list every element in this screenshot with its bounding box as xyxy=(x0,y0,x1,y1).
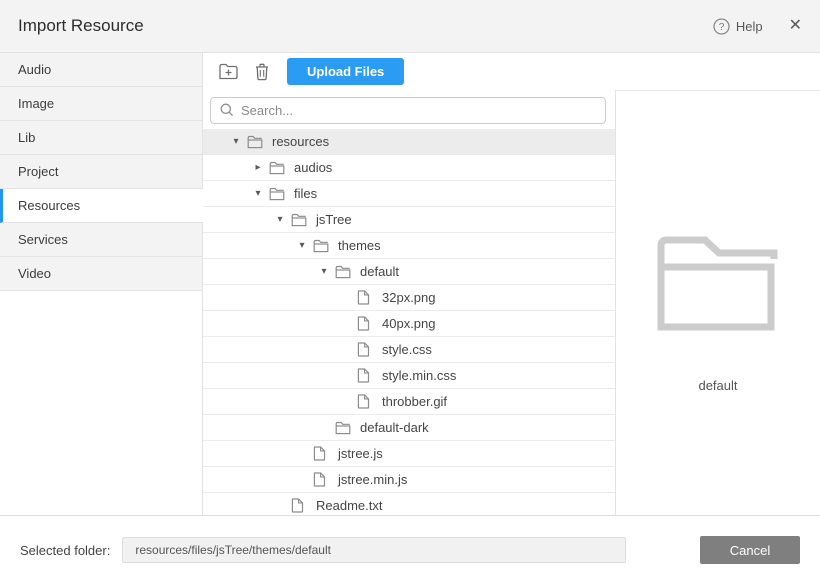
tree-node-label: audios xyxy=(294,160,332,175)
file-tree: ▾ xyxy=(203,129,615,515)
file-icon xyxy=(313,472,331,487)
tree-row[interactable]: ▾ xyxy=(203,129,615,155)
close-icon[interactable]: ✕ xyxy=(789,18,802,34)
sidebar-item-services[interactable]: Services xyxy=(0,223,202,257)
tree-node-label: default-dark xyxy=(360,420,429,435)
search-icon xyxy=(219,102,235,123)
sidebar-item-label: Services xyxy=(18,232,68,247)
sidebar-item-label: Image xyxy=(18,96,54,111)
file-icon xyxy=(357,394,375,409)
sidebar-item-project[interactable]: Project xyxy=(0,155,202,189)
tree-node-label: throbber.gif xyxy=(382,394,447,409)
file-tree-pane: ▾ xyxy=(203,90,616,515)
tree-node-label: jstree.min.js xyxy=(338,472,407,487)
sidebar-item-label: Lib xyxy=(18,130,35,145)
tree-node-label: default xyxy=(360,264,399,279)
sidebar-item-lib[interactable]: Lib xyxy=(0,121,202,155)
preview-pane: default xyxy=(616,90,820,515)
tree-node-label: resources xyxy=(272,134,329,149)
file-icon xyxy=(357,342,375,357)
tree-node-label: 32px.png xyxy=(382,290,436,305)
file-icon xyxy=(357,368,375,383)
sidebar-item-audio[interactable]: Audio xyxy=(0,53,202,87)
tree-node-label: 40px.png xyxy=(382,316,436,331)
new-folder-plus-icon xyxy=(218,62,239,81)
tree-node-label: jstree.js xyxy=(338,446,383,461)
folder-icon xyxy=(269,161,287,175)
dialog-header: Import Resource ? Help ✕ xyxy=(0,0,820,53)
tree-node-label: files xyxy=(294,186,317,201)
file-icon xyxy=(313,446,331,461)
category-sidebar: Audio Image Lib Project Resources Servic… xyxy=(0,53,203,515)
sidebar-item-label: Resources xyxy=(18,198,80,213)
sidebar-item-resources[interactable]: Resources xyxy=(0,189,203,223)
search-input[interactable] xyxy=(210,97,606,124)
tree-toggle-icon[interactable]: ▾ xyxy=(273,214,287,225)
tree-toggle-icon[interactable]: ▾ xyxy=(251,188,265,199)
tree-toggle-icon[interactable]: ▾ xyxy=(295,240,309,251)
tree-row[interactable]: 32px.png xyxy=(203,285,615,311)
tree-row[interactable]: throbber.gif xyxy=(203,389,615,415)
sidebar-item-label: Project xyxy=(18,164,58,179)
preview-folder-icon xyxy=(657,236,779,336)
folder-icon xyxy=(291,213,309,227)
new-folder-button[interactable] xyxy=(213,58,243,86)
folder-icon xyxy=(247,135,265,149)
file-icon xyxy=(357,316,375,331)
sidebar-item-image[interactable]: Image xyxy=(0,87,202,121)
help-circle-question-icon: ? xyxy=(713,18,730,35)
tree-row[interactable]: style.min.css xyxy=(203,363,615,389)
sidebar-item-label: Video xyxy=(18,266,51,281)
import-resource-dialog: Import Resource ? Help ✕ Audio Image Lib xyxy=(0,0,820,584)
tree-row[interactable]: ▾ xyxy=(203,233,615,259)
tree-node-label: Readme.txt xyxy=(316,498,382,513)
folder-icon xyxy=(269,187,287,201)
selected-folder-path[interactable] xyxy=(122,537,626,563)
tree-row[interactable]: Readme.txt xyxy=(203,493,615,515)
tree-node-label: style.css xyxy=(382,342,432,357)
file-icon xyxy=(291,498,309,513)
tree-row[interactable]: ▸ xyxy=(203,155,615,181)
trash-icon xyxy=(253,62,271,82)
help-label: Help xyxy=(736,19,763,34)
tree-node-label: themes xyxy=(338,238,381,253)
selected-folder-label: Selected folder: xyxy=(20,543,110,558)
dialog-footer: Selected folder: Cancel xyxy=(0,515,820,584)
tree-toggle-icon[interactable]: ▾ xyxy=(317,266,331,277)
cancel-button[interactable]: Cancel xyxy=(700,536,800,564)
help-button[interactable]: ? Help xyxy=(713,18,763,35)
tree-row[interactable]: jstree.js xyxy=(203,441,615,467)
sidebar-item-video[interactable]: Video xyxy=(0,257,202,291)
tree-row[interactable]: ▾ xyxy=(203,207,615,233)
page-title: Import Resource xyxy=(18,16,144,36)
sidebar-item-label: Audio xyxy=(18,62,51,77)
tree-toggle-icon[interactable]: ▾ xyxy=(229,136,243,147)
tree-row[interactable]: ▾ xyxy=(203,181,615,207)
upload-files-button[interactable]: Upload Files xyxy=(287,58,404,85)
tree-row[interactable]: default-dark xyxy=(203,415,615,441)
folder-icon xyxy=(335,421,353,435)
preview-label: default xyxy=(698,378,737,393)
toolbar: Upload Files xyxy=(203,53,820,90)
tree-row[interactable]: style.css xyxy=(203,337,615,363)
tree-row[interactable]: jstree.min.js xyxy=(203,467,615,493)
tree-toggle-icon[interactable]: ▸ xyxy=(251,162,265,173)
delete-button[interactable] xyxy=(247,58,277,86)
file-icon xyxy=(357,290,375,305)
folder-icon xyxy=(313,239,331,253)
tree-row[interactable]: ▾ xyxy=(203,259,615,285)
tree-node-label: jsTree xyxy=(316,212,352,227)
tree-row[interactable]: 40px.png xyxy=(203,311,615,337)
folder-icon xyxy=(335,265,353,279)
tree-node-label: style.min.css xyxy=(382,368,456,383)
svg-text:?: ? xyxy=(719,22,725,33)
